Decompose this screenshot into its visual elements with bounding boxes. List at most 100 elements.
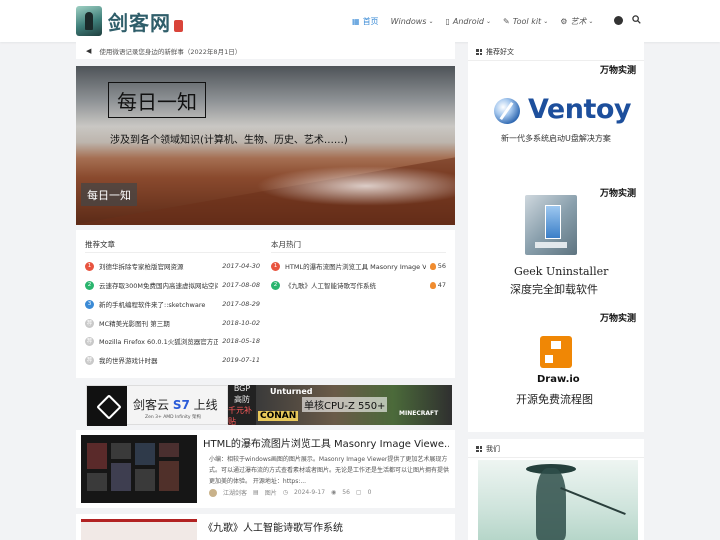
nav-label: Android [452,16,484,26]
rank-badge: 荐 [85,318,94,328]
ad-game-label: MINECRAFT [399,410,439,417]
ad-bgp-panel: BGP 高防 千元补贴 [228,384,256,426]
rank-badge: 3 [85,299,94,309]
folder-icon: ▤ [253,489,259,496]
ad-games-panel: Unturned 单核CPU-Z 550+ CONAN MINECRAFT [256,385,452,425]
chevron-down-icon: ⌄ [588,17,594,25]
post-excerpt: 小编：相较于windows画图的图片展示。Masonry Image Viewe… [209,456,450,485]
hot-count-value: 47 [437,281,446,289]
hero-subtitle: 涉及到各个领域知识(计算机、生物、历史、艺术……) [110,135,348,146]
hero-title: 每日一知 [108,82,206,118]
thumb-tile [159,461,179,491]
sidebar-heading-text: 我们 [486,445,500,453]
avatar[interactable] [209,488,217,497]
chevron-down-icon: ⌄ [543,17,549,25]
fire-icon [429,281,436,289]
tool-heading: 万物实测 [600,314,637,324]
recommend-item[interactable]: 荐 MC精美光影图刊 第三期 2018-10-02 [85,317,260,329]
sword-shape [560,486,626,516]
tool-heading: 万物实测 [600,66,637,76]
hot-title: HTML的瀑布流图片浏览工具 Masonry Image Vi... [285,263,426,271]
recommend-item[interactable]: 2 云速存取300M免费国内高速虚拟网站空间 2017-08-08 [85,279,260,291]
post-title[interactable]: HTML的瀑布流图片浏览工具 Masonry Image Viewe... [203,435,449,450]
tool-heading: 万物实测 [600,189,637,199]
recommend-item[interactable]: 荐 我的世界游戏计时器 2019-07-11 [85,354,260,366]
post-title[interactable]: 《九歌》人工智能诗歌写作系统 [203,519,449,534]
logo-seal-icon [174,20,183,32]
ad-mid-line: 高防 [234,395,250,404]
sidebar-heading-text: 推荐好文 [486,48,514,56]
art-icon: ⚙ [560,16,568,26]
chevron-down-icon: ⌄ [428,17,434,25]
hot-item[interactable]: 1 HTML的瀑布流图片浏览工具 Masonry Image Vi... 56 [271,260,446,272]
rank-badge: 荐 [85,355,94,365]
drawio-desc: 开源免费流程图 [516,393,593,406]
post-author[interactable]: 江湖剑客 [223,488,247,497]
recommend-title: MC精美光影图刊 第三期 [99,320,170,328]
hero-banner[interactable]: 每日一知 涉及到各个领域知识(计算机、生物、历史、艺术……) 每日一知 [76,66,455,225]
ventoy-name[interactable]: Ventoy [528,94,632,125]
post-card[interactable]: HTML的瀑布流图片浏览工具 Masonry Image Viewe... 小编… [76,430,455,508]
drawio-name[interactable]: Draw.io [537,374,580,385]
ad-cloud-panel: 剑客云 S7 上线 Zen 3+ AMD Infinity 架构 [86,385,228,426]
hot-heading: 本月热门 [271,240,301,249]
site-logo[interactable]: 剑客网 [76,4,183,38]
recommend-item[interactable]: 荐 Mozilla Firefox 60.0.1火狐浏览器官方正... 2018… [85,335,260,347]
post-meta: 江湖剑客 ▤ 图片 ◷ 2024-9-17 ◉ 56 ▢ 0 [209,488,377,497]
recommend-item[interactable]: 1 刘德华拆除专家枪版官网资源 2017-04-30 [85,260,260,272]
hot-item[interactable]: 2 《九歌》人工智能诗歌写作系统 47 [271,279,446,291]
hot-count: 47 [429,281,446,289]
recommend-date: 2018-10-02 [222,319,260,327]
nav-item-toolkit[interactable]: ✎ Tool kit ⌄ [503,17,548,26]
rank-badge: 荐 [85,336,94,346]
home-icon: ▦ [352,16,360,26]
post-thumbnail[interactable] [81,435,197,503]
post-card[interactable]: 《九歌》人工智能诗歌写作系统 [76,514,455,540]
thumb-tile [87,473,107,491]
notice-bar[interactable]: ◀ 使用微语记录您身边的新鲜事（2022年8月1日） [76,42,455,59]
recommend-date: 2018-05-18 [222,337,260,345]
divider [468,60,644,61]
nav-item-windows[interactable]: Windows ⌄ [391,17,434,26]
recommend-item[interactable]: 3 新的手机编程软件来了::sketchware 2017-08-29 [85,298,260,310]
ad-game-label: CONAN [258,411,299,421]
thumb-tile [111,463,131,491]
nav-item-art[interactable]: ⚙ 艺术 ⌄ [560,16,593,27]
ad-brand-accent: S7 [172,398,190,412]
fire-icon [429,262,436,270]
grid-icon [476,49,482,55]
rank-badge: 1 [85,261,94,271]
geek-uninstaller-box-icon[interactable] [525,195,577,255]
hero-tag: 每日一知 [81,183,137,206]
user-icon[interactable] [614,16,623,25]
clock-icon: ◷ [282,489,288,496]
comment-icon: ▢ [355,489,362,496]
ventoy-desc: 新一代多系统启动U盘解决方案 [501,134,611,143]
ad-mid-line: BGP [233,384,251,393]
megaphone-icon: ◀ [86,46,92,55]
divider [271,252,446,253]
tag-icon [87,386,127,426]
ventoy-logo-icon[interactable] [494,98,520,124]
nav-item-android[interactable]: ▯ Android ⌄ [445,17,491,26]
recommend-card: 推荐文章 本月热门 1 刘德华拆除专家枪版官网资源 2017-04-30 2 云… [76,230,455,378]
grid-icon [476,446,482,452]
logo-swordsman-icon [76,6,102,36]
search-icon[interactable] [632,15,641,24]
recommend-date: 2017-04-30 [222,262,260,270]
drawio-logo-icon[interactable] [540,336,583,368]
rank-badge: 2 [85,280,94,290]
ad-banner[interactable]: 剑客云 S7 上线 Zen 3+ AMD Infinity 架构 BGP 高防 … [86,384,452,426]
hot-count-value: 56 [437,262,446,270]
post-thumbnail[interactable] [81,519,197,540]
logo-text: 剑客网 [108,10,171,35]
ad-mid-line: 千元补贴 [228,406,252,426]
rank-badge: 1 [271,261,280,271]
post-category[interactable]: 图片 [265,488,277,497]
phone-icon: ▯ [445,16,450,26]
divider [85,252,260,253]
nav-item-home[interactable]: ▦ 首页 [352,16,379,27]
ad-note: Zen 3+ AMD Infinity 架构 [145,415,202,420]
chevron-down-icon: ⌄ [486,17,492,25]
geek-uninstaller-name[interactable]: Geek Uninstaller [514,265,608,278]
